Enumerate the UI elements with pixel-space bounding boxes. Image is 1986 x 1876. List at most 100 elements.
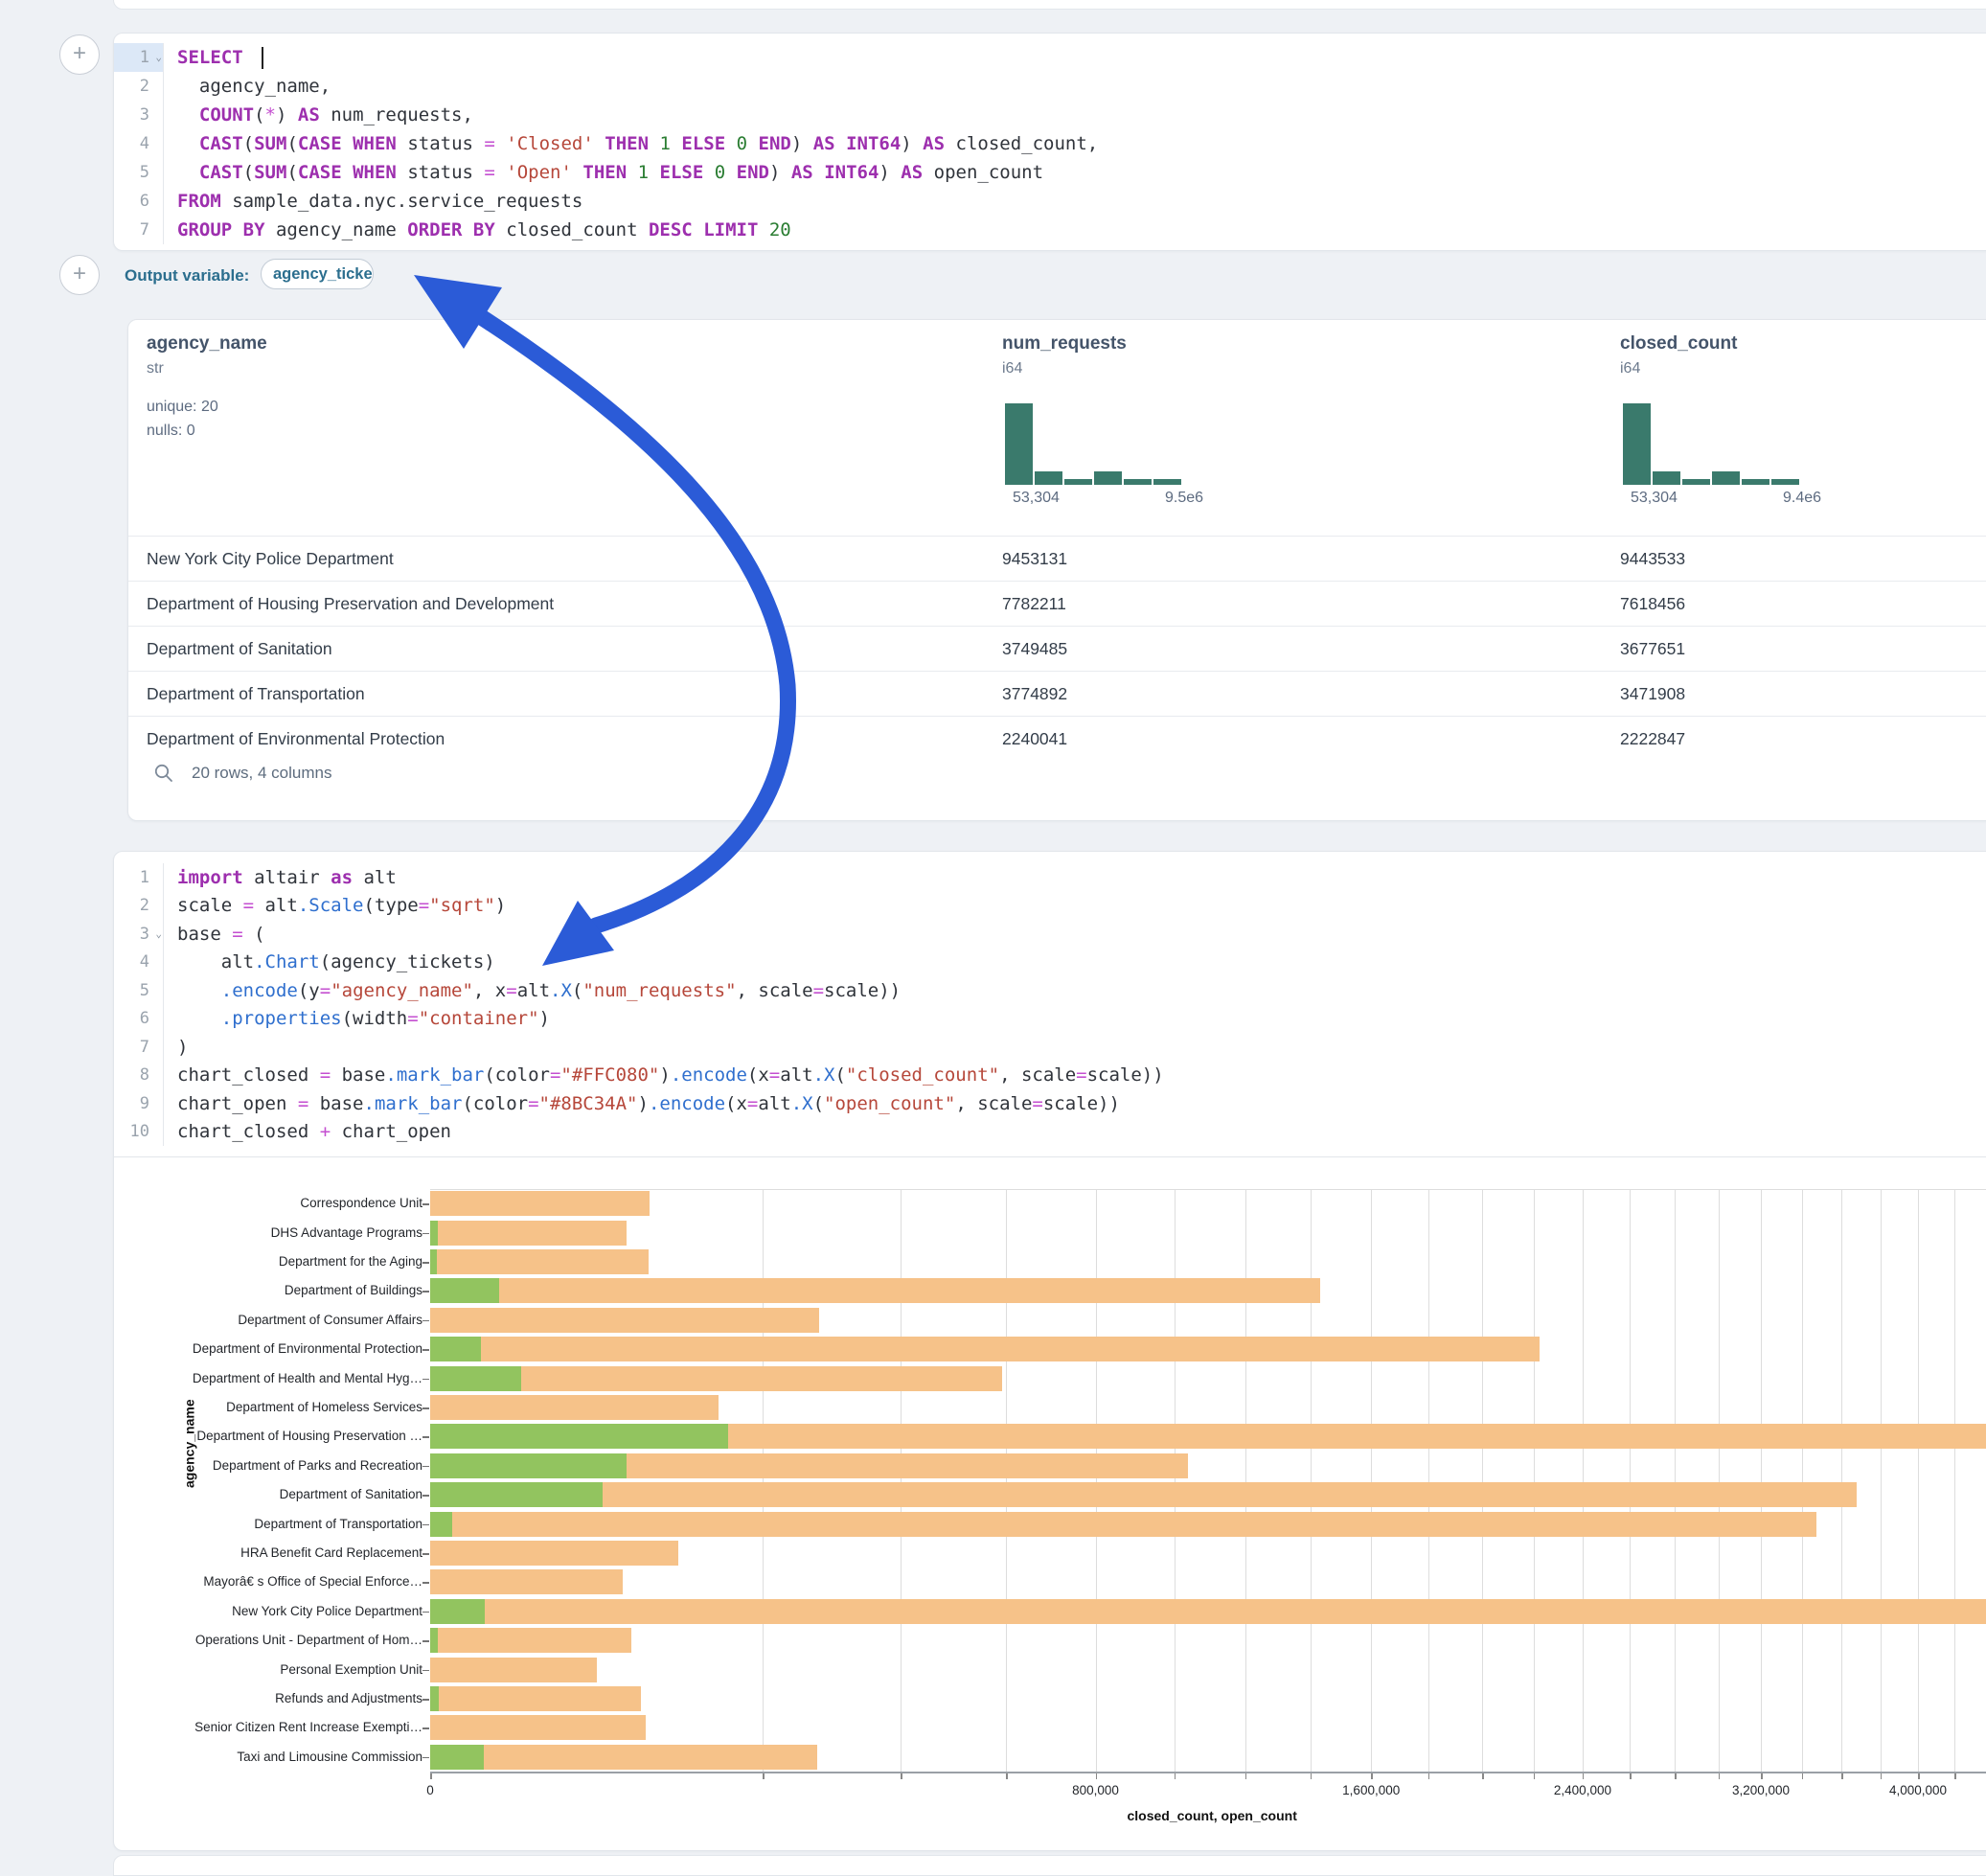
y-axis-tick xyxy=(422,1262,429,1264)
line-number: 7 xyxy=(114,1033,164,1062)
line-number: 9 xyxy=(114,1089,164,1118)
y-axis-category-label: Mayorâ€ s Office of Special Enforce… xyxy=(203,1574,422,1589)
table-row[interactable]: New York City Police Department945313194… xyxy=(128,536,1986,582)
open-count-bar xyxy=(430,1453,627,1478)
histogram-bar xyxy=(1124,479,1152,485)
column-stat: nulls: 0 xyxy=(147,423,195,440)
histogram-max-label: 9.4e6 xyxy=(1783,490,1821,507)
x-axis-tick-label: 0 xyxy=(426,1783,434,1797)
y-axis-category-label: Department of Sanitation xyxy=(280,1487,422,1501)
y-axis-tick xyxy=(422,1757,429,1759)
row-count-text: 20 rows, 4 columns xyxy=(192,764,331,783)
code-line[interactable]: 9chart_open = base.mark_bar(color="#8BC3… xyxy=(114,1089,1986,1118)
histogram-bar xyxy=(1742,479,1769,485)
table-row[interactable]: Department of Sanitation37494853677651 xyxy=(128,626,1986,672)
code-line[interactable]: 3⌄base = ( xyxy=(114,920,1986,949)
x-axis-tick xyxy=(1311,1773,1313,1779)
x-axis-tick xyxy=(1719,1773,1721,1779)
y-axis-category-label: Refunds and Adjustments xyxy=(275,1691,422,1705)
y-axis-tick xyxy=(422,1379,429,1381)
code-text: alt.Chart(agency_tickets) xyxy=(164,951,495,972)
histogram-bar xyxy=(1094,471,1122,485)
code-line[interactable]: 1⌄SELECT xyxy=(114,43,1986,72)
x-axis-tick xyxy=(1583,1773,1585,1779)
histogram-bar xyxy=(1712,471,1740,485)
x-axis-tick-label: 1,600,000 xyxy=(1342,1783,1400,1797)
closed-count-bar xyxy=(430,1715,646,1740)
y-axis-tick xyxy=(422,1466,429,1468)
x-axis-tick xyxy=(763,1773,765,1779)
line-number: 8 xyxy=(114,1062,164,1090)
code-line[interactable]: 5 CAST(SUM(CASE WHEN status = 'Open' THE… xyxy=(114,158,1986,187)
previous-cell-edge xyxy=(113,0,1986,10)
sql-cell[interactable]: 1⌄SELECT 2 agency_name,3 COUNT(*) AS num… xyxy=(113,33,1986,251)
y-axis-tick xyxy=(422,1582,429,1584)
y-axis-tick xyxy=(422,1495,429,1497)
y-axis-category-label: HRA Benefit Card Replacement xyxy=(240,1545,422,1560)
gridline xyxy=(1311,1189,1312,1772)
value-cell: 2240041 xyxy=(1002,717,1067,762)
x-axis-tick xyxy=(1245,1773,1247,1779)
output-variable-value: agency_tickets xyxy=(273,265,374,284)
code-text: CAST(SUM(CASE WHEN status = 'Closed' THE… xyxy=(164,133,1098,154)
closed-count-bar xyxy=(430,1395,719,1420)
python-cell[interactable]: 1import altair as alt2scale = alt.Scale(… xyxy=(113,851,1986,1851)
closed-count-bar xyxy=(430,1541,678,1566)
code-line[interactable]: 5 .encode(y="agency_name", x=alt.X("num_… xyxy=(114,976,1986,1005)
code-line[interactable]: 7GROUP BY agency_name ORDER BY closed_co… xyxy=(114,216,1986,244)
closed-count-bar xyxy=(430,1482,1857,1507)
line-number: 10 xyxy=(114,1118,164,1147)
code-line[interactable]: 7) xyxy=(114,1033,1986,1062)
search-icon[interactable] xyxy=(153,763,174,784)
x-axis-tick xyxy=(1428,1773,1430,1779)
column-type: i64 xyxy=(1620,360,1640,377)
line-number: 4 xyxy=(114,129,164,158)
gridline xyxy=(1175,1189,1176,1772)
code-line[interactable]: 1import altair as alt xyxy=(114,863,1986,892)
gridline xyxy=(763,1189,764,1772)
x-axis-tick xyxy=(1918,1773,1920,1779)
gridline xyxy=(1245,1189,1246,1772)
closed-count-bar xyxy=(430,1191,650,1216)
add-cell-button-middle[interactable]: + xyxy=(59,255,100,295)
x-axis-tick xyxy=(1802,1773,1804,1779)
code-line[interactable]: 8chart_closed = base.mark_bar(color="#FF… xyxy=(114,1062,1986,1090)
y-axis-category-label: Department of Health and Mental Hyg… xyxy=(193,1371,422,1385)
add-cell-button-top[interactable]: + xyxy=(59,34,100,75)
y-axis-tick xyxy=(422,1612,429,1613)
gridline xyxy=(1841,1189,1842,1772)
code-line[interactable]: 2 agency_name, xyxy=(114,72,1986,101)
table-row[interactable]: Department of Transportation377489234719… xyxy=(128,671,1986,717)
closed-count-bar xyxy=(430,1221,627,1246)
y-axis-category-label: Department of Buildings xyxy=(285,1283,422,1297)
plot-top-border xyxy=(430,1189,1986,1190)
open-count-bar xyxy=(430,1745,484,1770)
gridline xyxy=(1918,1189,1919,1772)
output-variable-label: Output variable: xyxy=(125,266,249,286)
y-axis-title: agency_name xyxy=(181,1399,196,1488)
output-variable-pill[interactable]: agency_tickets xyxy=(261,259,374,289)
sql-code-editor[interactable]: 1⌄SELECT 2 agency_name,3 COUNT(*) AS num… xyxy=(114,43,1986,244)
gridline xyxy=(1428,1189,1429,1772)
code-line[interactable]: 10chart_closed + chart_open xyxy=(114,1118,1986,1147)
code-line[interactable]: 6 .properties(width="container") xyxy=(114,1005,1986,1034)
x-axis-title: closed_count, open_count xyxy=(1128,1808,1297,1823)
gridline xyxy=(1954,1189,1955,1772)
fold-chevron-icon[interactable]: ⌄ xyxy=(155,51,162,63)
table-row[interactable]: Department of Housing Preservation and D… xyxy=(128,581,1986,627)
code-line[interactable]: 3 COUNT(*) AS num_requests, xyxy=(114,101,1986,129)
y-axis-tick xyxy=(422,1670,429,1672)
line-number: 5 xyxy=(114,158,164,187)
table-row[interactable]: Department of Environmental Protection22… xyxy=(128,716,1986,762)
code-line[interactable]: 2scale = alt.Scale(type="sqrt") xyxy=(114,892,1986,921)
open-count-bar xyxy=(430,1512,452,1537)
code-line[interactable]: 4 CAST(SUM(CASE WHEN status = 'Closed' T… xyxy=(114,129,1986,158)
value-cell: 2222847 xyxy=(1620,717,1685,762)
code-line[interactable]: 6FROM sample_data.nyc.service_requests xyxy=(114,187,1986,216)
fold-chevron-icon[interactable]: ⌄ xyxy=(155,927,162,940)
histogram-bar xyxy=(1064,479,1092,485)
python-code-editor[interactable]: 1import altair as alt2scale = alt.Scale(… xyxy=(114,863,1986,1146)
histogram-min-label: 53,304 xyxy=(1013,490,1060,507)
code-line[interactable]: 4 alt.Chart(agency_tickets) xyxy=(114,949,1986,977)
x-axis-tick xyxy=(1096,1773,1098,1779)
